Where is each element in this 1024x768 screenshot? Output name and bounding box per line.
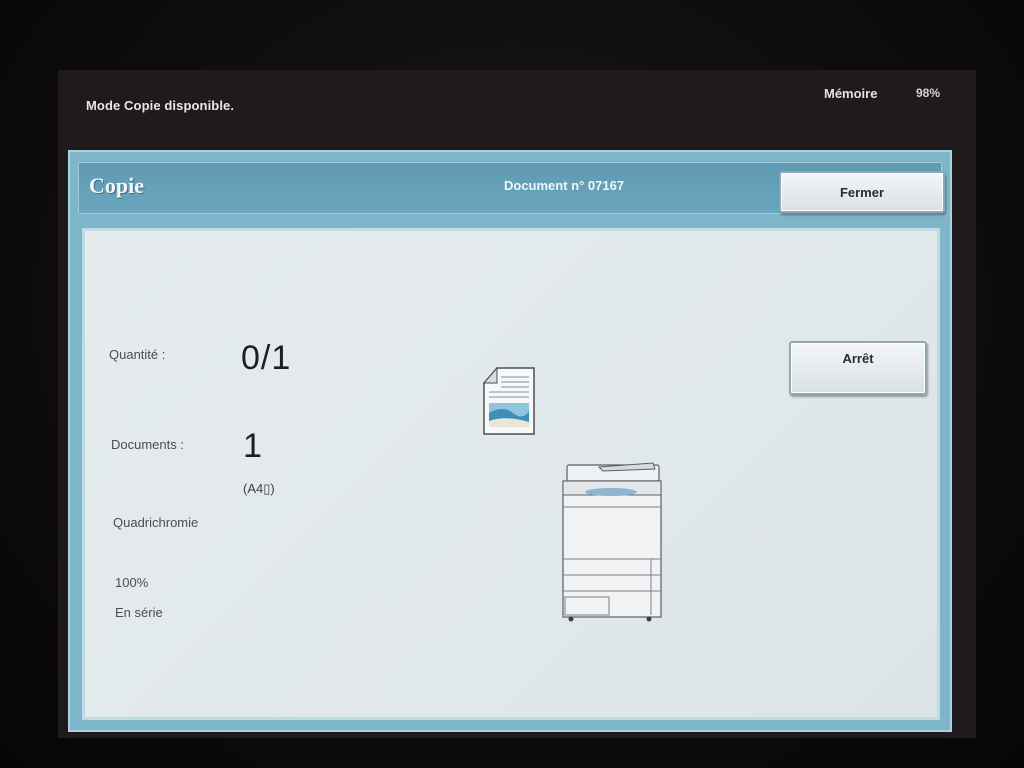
copy-window: Copie Document n° 07167 Fermer Quantité …	[68, 150, 952, 732]
document-number: Document n° 07167	[504, 178, 625, 193]
stop-button[interactable]: Arrêt	[789, 341, 927, 395]
zoom-ratio: 100%	[115, 575, 149, 590]
status-message: Mode Copie disponible.	[86, 98, 235, 113]
title-bar: Copie Document n° 07167 Fermer	[78, 162, 945, 214]
quantity-value: 0/1	[241, 339, 292, 377]
copier-machine-icon	[559, 459, 663, 623]
quantity-label: Quantité :	[109, 347, 166, 362]
memory-label: Mémoire	[824, 86, 878, 101]
job-status-panel: Quantité : 0/1 Documents : 1 (A4▯) Quadr…	[82, 228, 940, 720]
window-title: Copie	[89, 173, 144, 198]
close-button[interactable]: Fermer	[779, 171, 945, 213]
documents-value: 1	[243, 427, 263, 465]
documents-label: Documents :	[111, 437, 184, 452]
memory-value: 98%	[916, 86, 941, 100]
color-mode: Quadrichromie	[113, 515, 199, 530]
output-mode: En série	[115, 605, 163, 620]
paper-size: (A4▯)	[243, 481, 275, 496]
document-icon	[482, 366, 535, 435]
